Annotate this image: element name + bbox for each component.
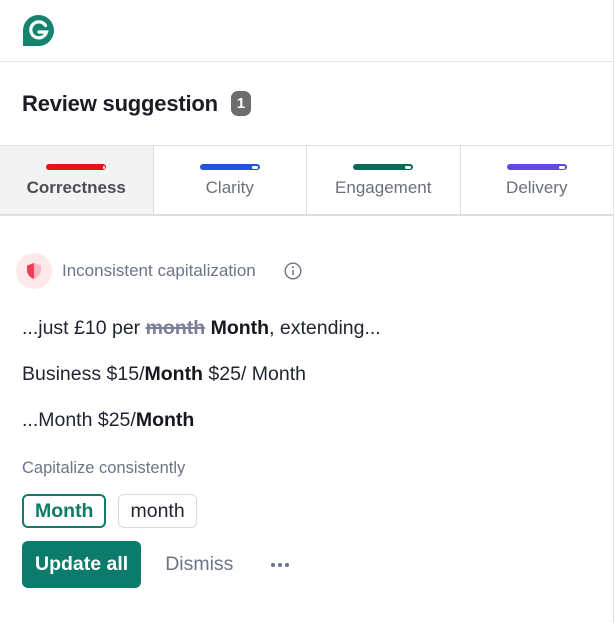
top-bar xyxy=(0,0,613,62)
tab-clarity[interactable]: Clarity xyxy=(154,146,307,214)
tab-label: Delivery xyxy=(506,178,568,197)
tab-delivery[interactable]: Delivery xyxy=(461,146,614,214)
context-line: ...Month $25/Month xyxy=(22,409,591,432)
option-month-capitalized[interactable]: Month xyxy=(22,494,107,528)
context-text: ...Month $25/ xyxy=(22,409,136,431)
more-dot xyxy=(285,562,290,567)
tab-engagement[interactable]: Engagement xyxy=(307,146,461,214)
issue-header: Inconsistent capitalization xyxy=(16,253,591,289)
info-icon[interactable] xyxy=(284,262,302,280)
more-dot xyxy=(271,562,276,567)
header: Review suggestion 1 xyxy=(0,62,613,146)
suggestion-hint: Capitalize consistently xyxy=(22,459,186,477)
removed-text: month xyxy=(145,317,206,339)
tab-correctness[interactable]: Correctness xyxy=(0,146,154,214)
page-title: Review suggestion xyxy=(22,90,218,116)
suggestion-panel: Review suggestion 1 Correctness Clarity … xyxy=(0,0,614,623)
replacement-options: Month month xyxy=(22,494,591,528)
added-text: Month xyxy=(210,317,270,339)
suggestion-card: Inconsistent capitalization ...just £10 … xyxy=(0,253,613,588)
dismiss-button[interactable]: Dismiss xyxy=(165,553,233,576)
added-text: Month xyxy=(144,363,203,385)
option-month-lowercase[interactable]: month xyxy=(118,494,197,528)
tab-color-bar xyxy=(199,164,260,170)
suggestion-count-badge: 1 xyxy=(230,91,251,116)
added-text: Month xyxy=(135,409,195,431)
update-all-button[interactable]: Update all xyxy=(22,541,142,588)
tab-color-bar xyxy=(506,164,567,170)
tab-label: Engagement xyxy=(335,178,432,197)
category-tabs: Correctness Clarity Engagement Delivery xyxy=(0,146,613,216)
context-text: Business $15/ xyxy=(22,363,145,385)
more-dot xyxy=(278,562,283,567)
context-text: ...just £10 per xyxy=(22,317,146,339)
tab-color-bar xyxy=(353,164,414,170)
context-text: $25/ Month xyxy=(202,363,306,385)
grammarly-logo-icon[interactable] xyxy=(22,14,55,47)
context-line: ...just £10 per month Month, extending..… xyxy=(22,317,591,340)
more-icon[interactable] xyxy=(271,555,290,575)
issue-icon-wrap xyxy=(16,253,52,289)
tab-label: Correctness xyxy=(26,178,126,197)
shield-icon xyxy=(27,263,41,279)
action-row: Update all Dismiss xyxy=(22,541,591,588)
issue-title: Inconsistent capitalization xyxy=(62,261,256,280)
context-text: , extending... xyxy=(269,317,381,339)
context-line: Business $15/Month $25/ Month xyxy=(22,363,591,386)
tab-color-bar xyxy=(46,164,107,170)
tab-label: Clarity xyxy=(205,178,254,197)
